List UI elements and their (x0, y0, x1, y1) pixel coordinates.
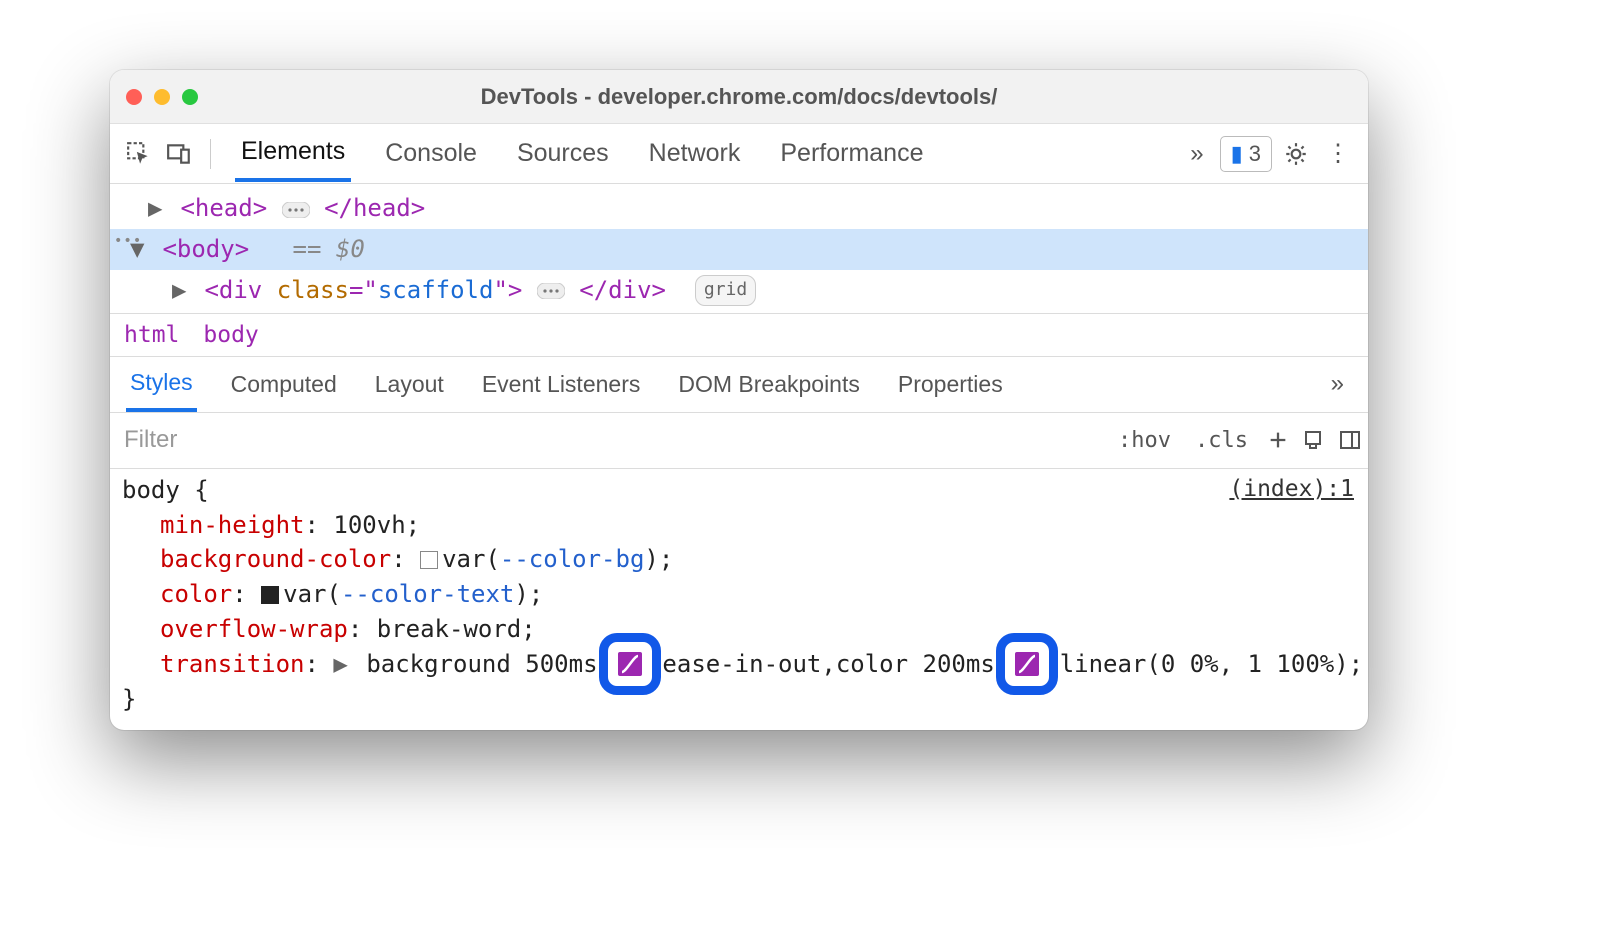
head-open-tag: <head> (180, 194, 267, 222)
filter-input[interactable] (110, 426, 1106, 454)
inspect-element-icon[interactable] (122, 137, 156, 171)
device-toolbar-icon[interactable] (162, 137, 196, 171)
prop-name: overflow-wrap (160, 615, 348, 643)
css-declaration-min-height[interactable]: min-height: 100vh; (122, 508, 1356, 543)
css-declaration-overflow-wrap[interactable]: overflow-wrap: break-word; (122, 612, 1356, 647)
css-declaration-transition[interactable]: transition: ▶ background 500ms ease-in-o… (122, 647, 1356, 682)
kebab-menu-icon[interactable]: ⋮ (1320, 139, 1356, 168)
close-window-button[interactable] (126, 89, 142, 105)
expand-triangle-icon[interactable]: ▶ (148, 189, 166, 227)
issues-icon: ▮ (1231, 141, 1243, 167)
cls-toggle-button[interactable]: .cls (1183, 428, 1260, 453)
subtab-properties[interactable]: Properties (894, 359, 1007, 410)
transition-prop-bg: background (366, 650, 511, 678)
grid-badge[interactable]: grid (695, 275, 756, 306)
breadcrumb-bar: html body (110, 314, 1368, 357)
issues-badge[interactable]: ▮ 3 (1220, 136, 1272, 172)
filter-bar: :hov .cls (110, 413, 1368, 469)
bg-duration: 500ms (525, 650, 597, 678)
prop-name: transition (160, 650, 305, 678)
zoom-window-button[interactable] (182, 89, 198, 105)
issues-count: 3 (1249, 141, 1261, 167)
head-close-tag: </head> (324, 194, 425, 222)
close-brace: } (122, 682, 1356, 717)
color-swatch-icon[interactable] (420, 551, 438, 569)
transition-prop-color: color (836, 650, 908, 678)
var-fn: var (442, 545, 485, 573)
subtab-layout[interactable]: Layout (371, 359, 448, 410)
easing-editor-icon[interactable] (1015, 652, 1039, 676)
hov-toggle-button[interactable]: :hov (1106, 428, 1183, 453)
color-duration: 200ms (923, 650, 995, 678)
prop-name: background-color (160, 545, 391, 573)
eq-label: == (293, 235, 336, 263)
dollar0-label: $0 (336, 235, 365, 263)
prop-value: break-word (377, 615, 522, 643)
ellipsis-icon[interactable] (537, 271, 565, 309)
styles-pane: (index):1 body { min-height: 100vh; back… (110, 469, 1368, 731)
subtab-styles[interactable]: Styles (126, 357, 197, 412)
window-title: DevTools - developer.chrome.com/docs/dev… (110, 84, 1368, 110)
computed-styles-sidebar-icon[interactable] (1296, 428, 1332, 452)
settings-gear-icon[interactable] (1278, 141, 1314, 167)
new-style-rule-plus-icon[interactable] (1260, 429, 1296, 451)
more-tabs-chevron-icon[interactable]: » (1180, 140, 1213, 168)
ellipsis-icon[interactable] (282, 190, 310, 228)
var-fn: var (283, 580, 326, 608)
dom-head-row[interactable]: ▶ <head> </head> (110, 188, 1368, 229)
devtools-window: DevTools - developer.chrome.com/docs/dev… (110, 70, 1368, 730)
subtab-dom-breakpoints[interactable]: DOM Breakpoints (674, 359, 864, 410)
selector-line[interactable]: body { (122, 473, 1356, 508)
sep: , (821, 650, 835, 678)
selected-marker-icon: ••• (114, 230, 142, 252)
toggle-sidebar-icon[interactable] (1332, 428, 1368, 452)
css-declaration-color[interactable]: color: var(--color-text); (122, 577, 1356, 612)
tab-sources[interactable]: Sources (511, 127, 615, 180)
linear-value: linear(0 0%, 1 100%) (1060, 650, 1349, 678)
tab-network[interactable]: Network (643, 127, 747, 180)
breadcrumb-body[interactable]: body (203, 322, 258, 348)
body-open-tag: <body> (162, 235, 249, 263)
tab-elements[interactable]: Elements (235, 125, 351, 182)
tab-performance[interactable]: Performance (774, 127, 929, 180)
css-var[interactable]: --color-text (341, 580, 514, 608)
css-declaration-background-color[interactable]: background-color: var(--color-bg); (122, 542, 1356, 577)
dom-tree-panel: ▶ <head> </head> ••• ▼ <body> == $0 ▶ <d… (110, 184, 1368, 314)
class-attr-value: scaffold (378, 276, 494, 304)
more-subtabs-chevron-icon[interactable]: » (1331, 370, 1352, 398)
open-brace: { (180, 476, 209, 504)
main-tabs: Elements Console Sources Network Perform… (225, 125, 1174, 182)
color-swatch-icon[interactable] (261, 586, 279, 604)
minimize-window-button[interactable] (154, 89, 170, 105)
subtab-event-listeners[interactable]: Event Listeners (478, 359, 645, 410)
styles-subtabs: Styles Computed Layout Event Listeners D… (110, 357, 1368, 413)
breadcrumb-html[interactable]: html (124, 322, 179, 348)
main-toolbar: Elements Console Sources Network Perform… (110, 124, 1368, 184)
selector-name: body (122, 476, 180, 504)
div-close-tag: </div> (579, 276, 666, 304)
prop-name: min-height (160, 511, 305, 539)
dom-body-row[interactable]: ••• ▼ <body> == $0 (110, 229, 1368, 269)
expand-triangle-icon[interactable]: ▶ (172, 271, 190, 309)
tab-console[interactable]: Console (379, 127, 483, 180)
class-attr-name: class (277, 276, 349, 304)
prop-name: color (160, 580, 232, 608)
dom-div-row[interactable]: ▶ <div class="scaffold"> </div> grid (110, 270, 1368, 311)
separator (210, 139, 211, 169)
prop-value: 100vh (333, 511, 405, 539)
expand-transition-icon[interactable]: ▶ (333, 650, 347, 678)
easing-value: ease-in-out (662, 650, 821, 678)
traffic-lights (126, 89, 198, 105)
css-var[interactable]: --color-bg (500, 545, 645, 573)
div-open-tag: <div (204, 276, 276, 304)
source-link[interactable]: (index):1 (1229, 473, 1354, 506)
subtab-computed[interactable]: Computed (227, 359, 341, 410)
titlebar: DevTools - developer.chrome.com/docs/dev… (110, 70, 1368, 124)
easing-editor-icon[interactable] (618, 652, 642, 676)
